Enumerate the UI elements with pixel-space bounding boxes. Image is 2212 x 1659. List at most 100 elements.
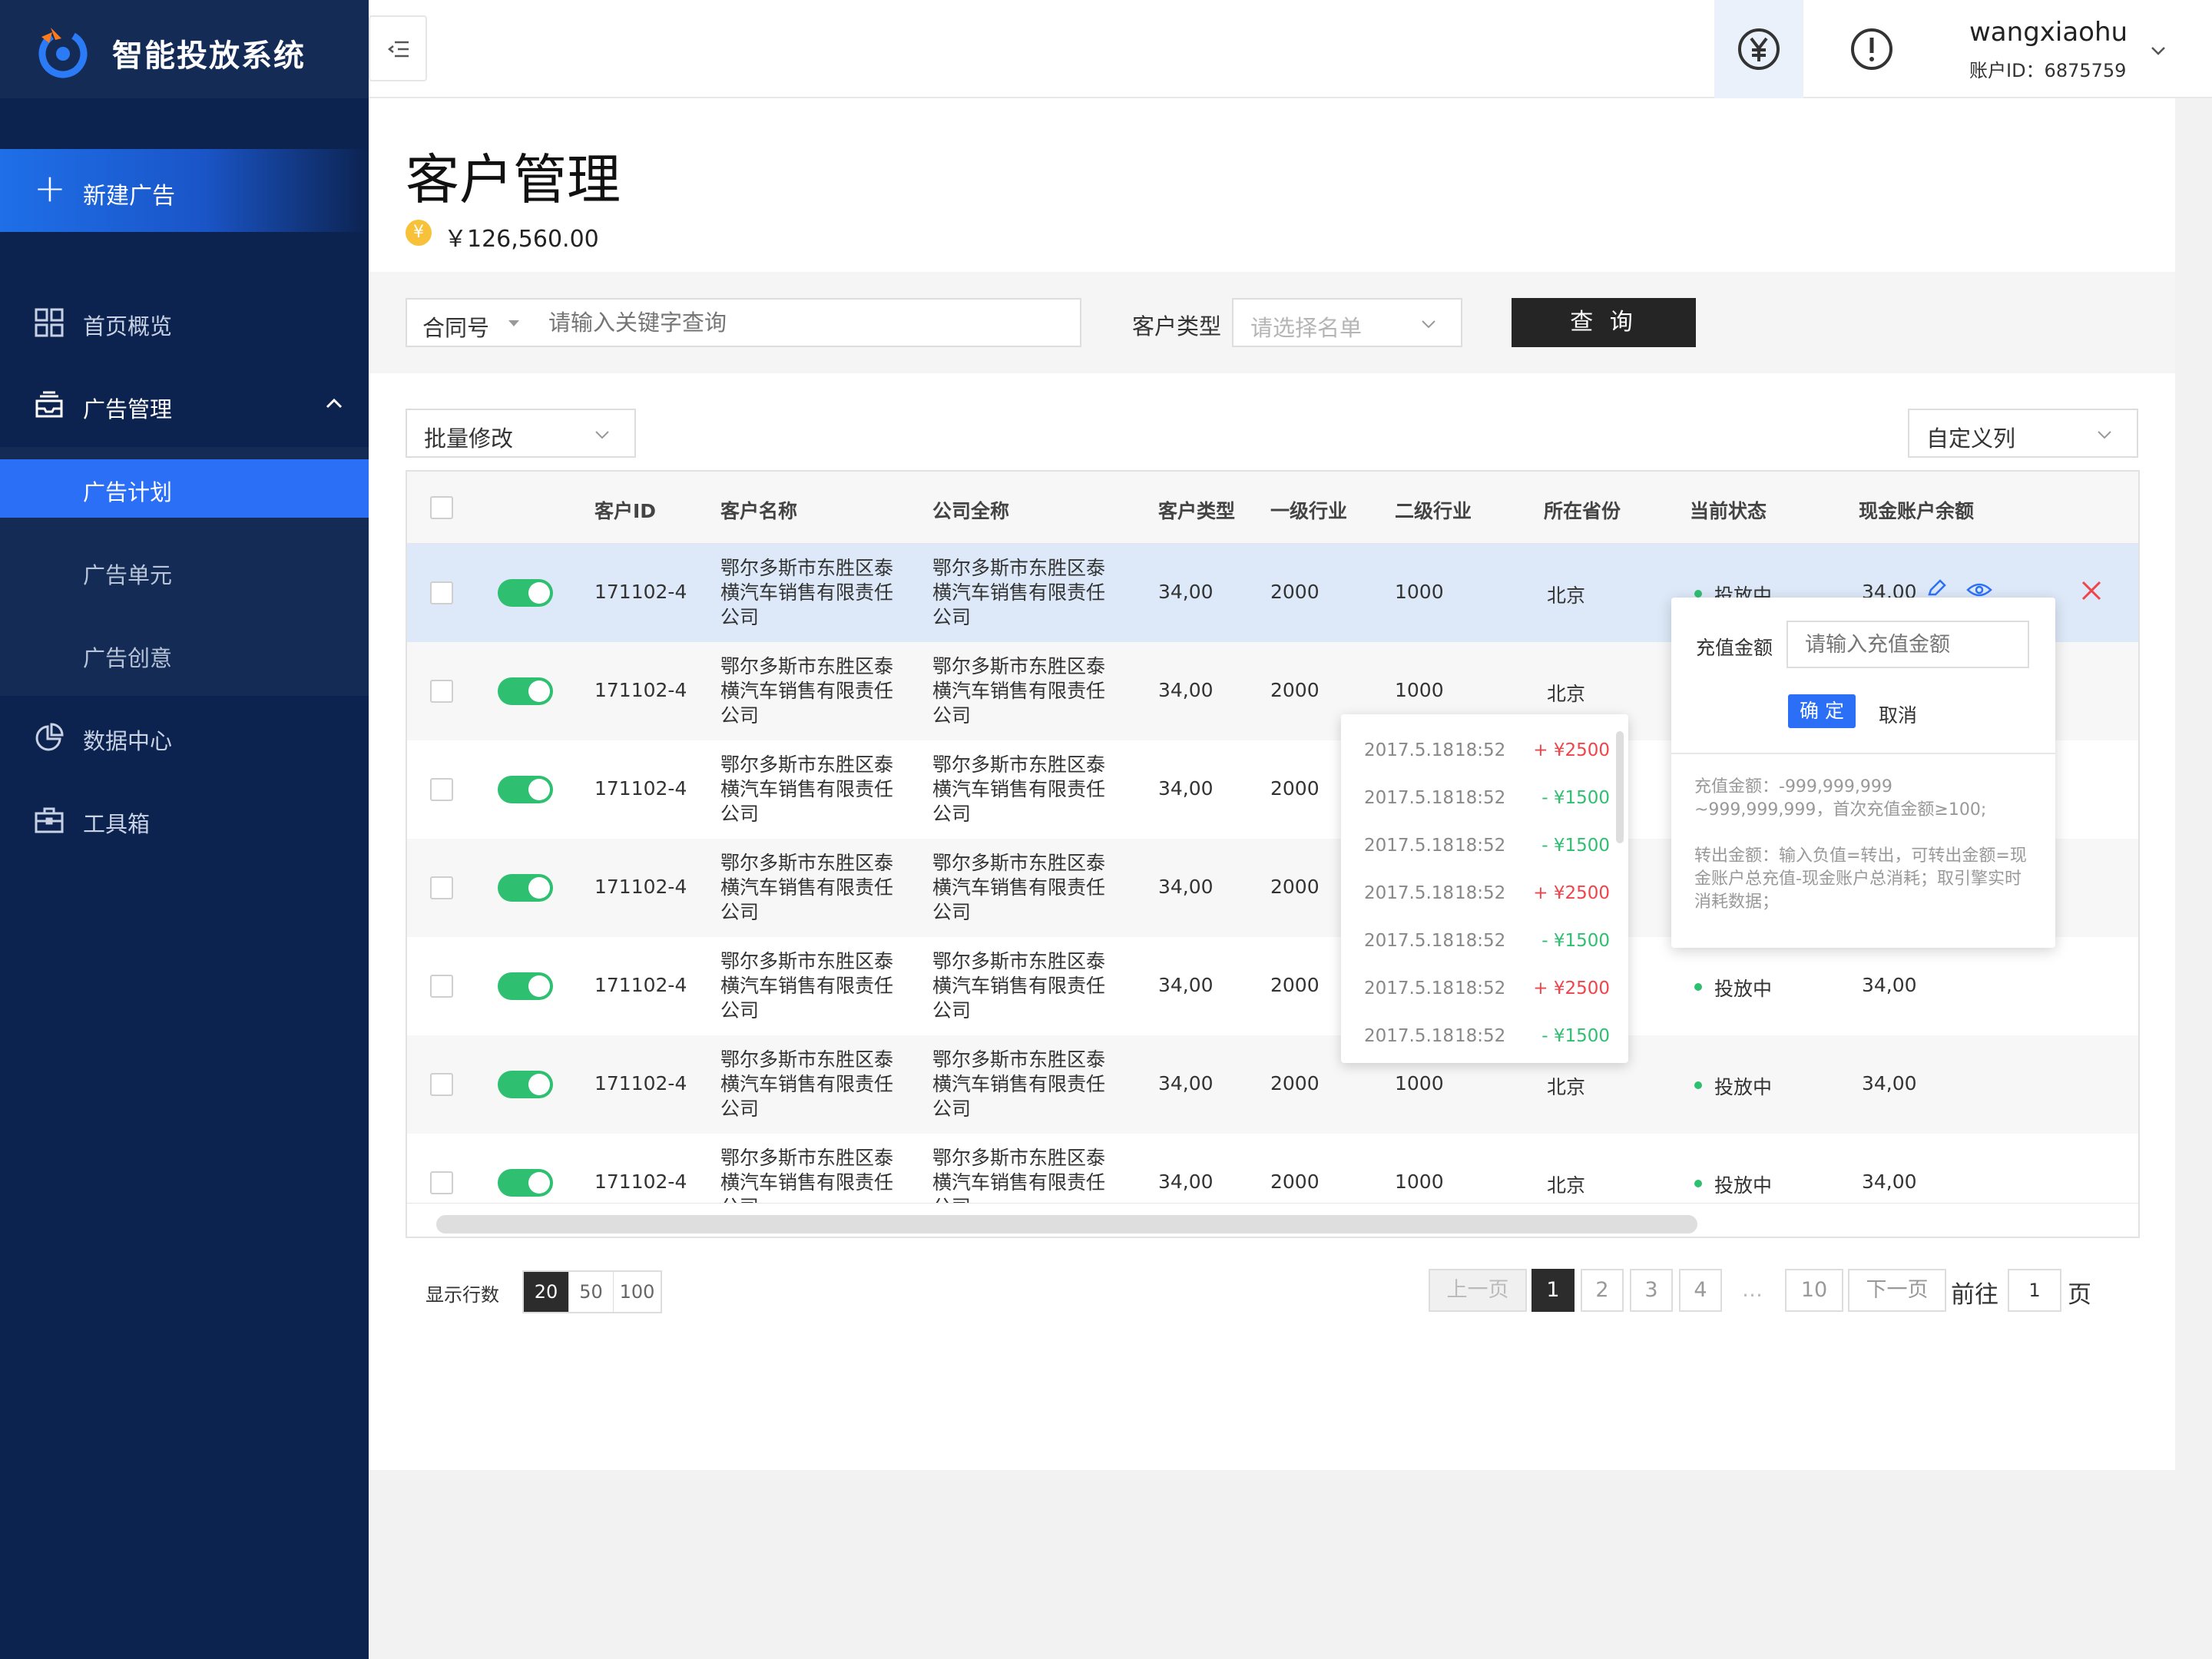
cell-cash-balance[interactable]: 34,00	[1862, 1072, 1917, 1094]
row-checkbox[interactable]	[430, 581, 453, 604]
sidebar-item-data-center[interactable]: 数据中心	[0, 696, 369, 779]
cell-id: 171102-4	[594, 679, 687, 701]
sidebar-item-ad-management[interactable]: 广告管理	[0, 364, 369, 447]
enable-switch[interactable]	[498, 776, 553, 803]
row-checkbox[interactable]	[430, 876, 453, 899]
rows-per-page-label: 显示行数	[426, 1284, 499, 1306]
cell-id: 171102-4	[594, 974, 687, 996]
cell-type: 34,00	[1158, 1072, 1214, 1094]
page-2-button[interactable]: 2	[1581, 1269, 1624, 1312]
cell-company-name: 鄂尔多斯市东胜区泰横汽车销售有限责任公司	[932, 852, 1106, 923]
col-header-id[interactable]: 客户ID	[594, 496, 656, 524]
custom-columns-select[interactable]: 自定义列	[1908, 409, 2138, 458]
goto-page-input[interactable]	[2008, 1269, 2061, 1312]
customer-type-select[interactable]: 请选择名单	[1232, 298, 1462, 347]
cell-industry1: 2000	[1270, 1072, 1320, 1094]
rows-option-20[interactable]: 20	[524, 1272, 568, 1312]
page-3-button[interactable]: 3	[1630, 1269, 1673, 1312]
col-header-cash-balance[interactable]: 现金账户余额	[1859, 496, 1974, 524]
inbox-icon	[35, 391, 63, 418]
page-1-button[interactable]: 1	[1532, 1269, 1575, 1312]
col-header-type[interactable]: 客户类型	[1158, 496, 1235, 524]
history-date: 2017.5.18	[1364, 979, 1455, 998]
enable-switch[interactable]	[498, 677, 553, 705]
enable-switch[interactable]	[498, 579, 553, 607]
alert-icon[interactable]	[1849, 27, 1894, 71]
row-checkbox[interactable]	[430, 778, 453, 801]
account-id: 账户ID：6875759	[1969, 60, 2127, 81]
cell-type: 34,00	[1158, 1171, 1214, 1193]
table-row[interactable]: 171102-434,0020001000北京鄂尔多斯市东胜区泰横汽车销售有限责…	[407, 1035, 2138, 1134]
rows-option-50[interactable]: 50	[568, 1272, 613, 1312]
username[interactable]: wangxiaohu	[1969, 17, 2128, 48]
history-time: 18:52	[1455, 883, 1506, 903]
cell-cash-balance[interactable]: 34,00	[1862, 974, 1917, 996]
rows-per-page-group: 20 50 100	[522, 1270, 662, 1313]
sidebar-subitem-ad-plan[interactable]: 广告计划	[0, 459, 369, 518]
keyword-search-group: 合同号	[406, 298, 1081, 347]
sidebar-item-label: 广告管理	[83, 396, 173, 422]
enable-switch[interactable]	[498, 874, 553, 902]
caret-down-icon[interactable]	[507, 318, 521, 329]
col-header-status[interactable]: 当前状态	[1690, 496, 1767, 524]
query-button[interactable]: 查 询	[1512, 298, 1696, 347]
table-row[interactable]: 171102-434,0020001000北京鄂尔多斯市东胜区泰横汽车销售有限责…	[407, 937, 2138, 1035]
page-4-button[interactable]: 4	[1679, 1269, 1722, 1312]
cell-cash-balance[interactable]: 34,00	[1862, 1171, 1917, 1193]
page-10-button[interactable]: 10	[1785, 1269, 1843, 1312]
history-amount: + ¥2500	[1533, 883, 1610, 903]
history-scrollbar[interactable]	[1616, 731, 1624, 843]
row-checkbox[interactable]	[430, 1171, 453, 1194]
col-header-company[interactable]: 公司全称	[932, 496, 1009, 524]
cancel-button[interactable]: 取消	[1879, 700, 1917, 728]
enable-switch[interactable]	[498, 1071, 553, 1098]
new-ad-button[interactable]: + 新建广告	[0, 149, 369, 232]
cell-company-name: 鄂尔多斯市东胜区泰横汽车销售有限责任公司	[932, 753, 1106, 825]
confirm-button[interactable]: 确 定	[1788, 694, 1856, 728]
cell-id: 171102-4	[594, 876, 687, 898]
chevron-up-icon	[326, 398, 343, 409]
batch-edit-select[interactable]: 批量修改	[406, 409, 636, 458]
field-select[interactable]: 合同号	[422, 310, 489, 343]
view-icon[interactable]	[1966, 581, 1992, 599]
prev-page-button[interactable]: 上一页	[1429, 1269, 1527, 1312]
cell-type: 34,00	[1158, 974, 1214, 996]
cell-customer-name: 鄂尔多斯市东胜区泰横汽车销售有限责任公司	[720, 1048, 894, 1120]
recharge-amount-input[interactable]	[1786, 621, 2029, 668]
horizontal-scrollbar-thumb[interactable]	[436, 1215, 1697, 1233]
keyword-input[interactable]	[548, 304, 1071, 341]
col-header-name[interactable]: 客户名称	[720, 496, 797, 524]
rows-option-100[interactable]: 100	[613, 1272, 661, 1312]
row-checkbox[interactable]	[430, 975, 453, 998]
cell-industry1: 2000	[1270, 679, 1320, 701]
cell-industry1: 2000	[1270, 1171, 1320, 1193]
row-checkbox[interactable]	[430, 1073, 453, 1096]
col-header-province[interactable]: 所在省份	[1544, 496, 1621, 524]
history-date: 2017.5.18	[1364, 740, 1455, 760]
next-page-button[interactable]: 下一页	[1848, 1269, 1946, 1312]
col-header-industry2[interactable]: 二级行业	[1395, 496, 1472, 524]
cell-type: 34,00	[1158, 777, 1214, 800]
cell-company-name: 鄂尔多斯市东胜区泰横汽车销售有限责任公司	[932, 557, 1106, 628]
cell-status: 投放中	[1714, 1174, 1773, 1197]
yen-icon	[1738, 28, 1780, 70]
close-icon[interactable]	[2080, 579, 2103, 602]
history-item: 2017.5.18 18:52 + ¥2500	[1364, 883, 1610, 914]
sidebar-item-toolbox[interactable]: 工具箱	[0, 779, 369, 862]
row-checkbox[interactable]	[430, 680, 453, 703]
enable-switch[interactable]	[498, 972, 553, 1000]
history-item: 2017.5.18 18:52 - ¥1500	[1364, 1026, 1610, 1057]
history-item: 2017.5.18 18:52 + ¥2500	[1364, 740, 1610, 771]
sidebar-subitem-ad-creative[interactable]: 广告创意	[0, 625, 369, 684]
col-header-industry1[interactable]: 一级行业	[1270, 496, 1347, 524]
edit-icon[interactable]	[1926, 578, 1948, 599]
select-all-checkbox[interactable]	[430, 496, 453, 519]
subitem-label: 广告创意	[83, 645, 173, 671]
sidebar-subitem-ad-unit[interactable]: 广告单元	[0, 542, 369, 601]
enable-switch[interactable]	[498, 1169, 553, 1197]
chevron-down-icon[interactable]	[2149, 41, 2167, 60]
recharge-tab[interactable]	[1714, 0, 1803, 98]
collapse-sidebar-button[interactable]	[369, 15, 427, 81]
sidebar-item-overview[interactable]: 首页概览	[0, 281, 369, 364]
cell-industry2: 1000	[1395, 1072, 1444, 1094]
